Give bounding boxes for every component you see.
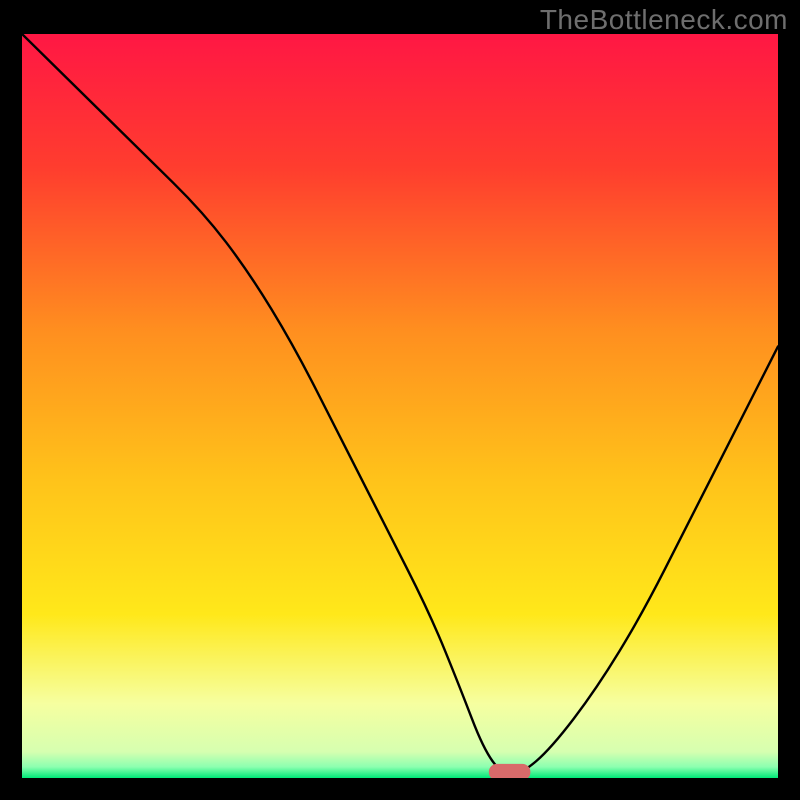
watermark-label: TheBottleneck.com xyxy=(540,4,788,36)
optimal-marker xyxy=(489,764,531,778)
chart-svg xyxy=(22,34,778,778)
chart-frame: TheBottleneck.com xyxy=(0,0,800,800)
plot-area xyxy=(22,34,778,778)
